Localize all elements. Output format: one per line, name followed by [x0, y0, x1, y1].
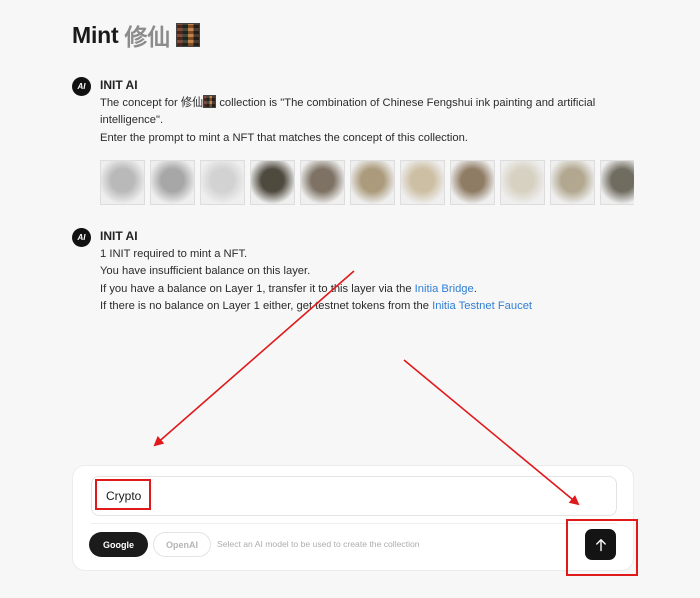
annotation-box-send [566, 519, 638, 576]
annotation-arrow-to-send [403, 359, 580, 506]
annotation-box-prompt [95, 479, 151, 510]
annotation-arrow-to-prompt [153, 270, 355, 447]
